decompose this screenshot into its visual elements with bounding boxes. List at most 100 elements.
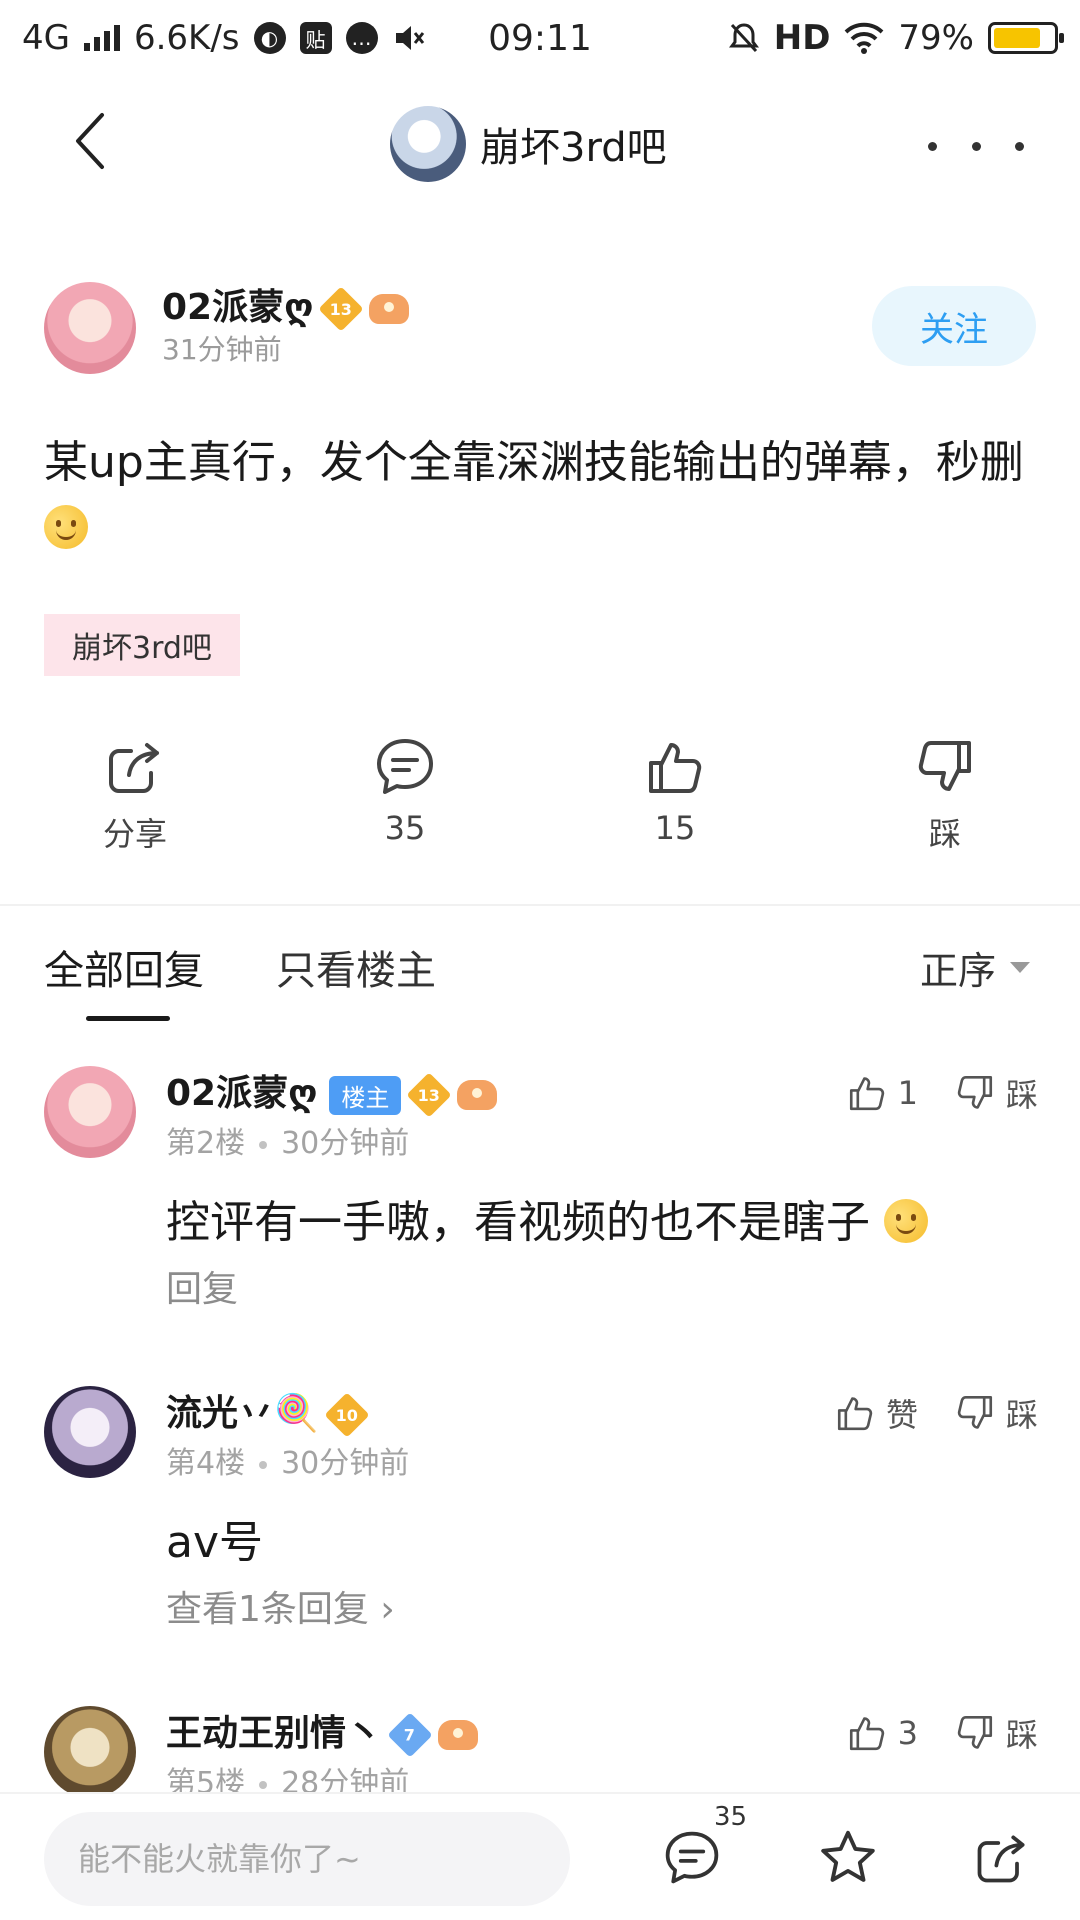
avatar[interactable]: [44, 1066, 136, 1158]
author-name-text: 02派蒙ღ: [162, 287, 314, 328]
level-badge: 10: [324, 1392, 370, 1438]
comment-like-button[interactable]: 1: [846, 1070, 918, 1116]
sort-button[interactable]: 正序: [920, 940, 1030, 995]
wifi-icon: [845, 22, 884, 54]
share-button[interactable]: 分享: [35, 735, 235, 865]
tab-all-replies[interactable]: 全部回复: [44, 938, 204, 996]
network-type: 4G: [22, 18, 70, 58]
chevron-down-icon: [1010, 962, 1030, 973]
more-icon-dot: [1015, 141, 1024, 151]
avatar[interactable]: [44, 1706, 136, 1798]
share-icon: [977, 1835, 1025, 1883]
comment-actions: 3 踩: [846, 1710, 1038, 1756]
commenter-name[interactable]: 流光丷🍭 10: [166, 1384, 370, 1438]
separator-dot: [259, 1460, 268, 1469]
commenter-name[interactable]: 王动王别情丶 7: [166, 1704, 479, 1758]
comment-dislike-button[interactable]: 踩: [954, 1070, 1038, 1116]
author-name[interactable]: 02派蒙ღ 13: [162, 278, 410, 332]
post-action-row: 分享 35 15 踩: [0, 735, 1080, 865]
back-icon: [76, 113, 104, 169]
tab-owner-only[interactable]: 只看楼主: [276, 938, 436, 996]
comment-meta: 第2楼 30分钟前: [166, 1118, 409, 1162]
more-icon: [928, 141, 937, 151]
commenter-name[interactable]: 02派蒙ღ 楼主 13: [166, 1064, 498, 1118]
commenter-name-text: 02派蒙ღ: [166, 1073, 318, 1114]
reply-link[interactable]: 回复: [166, 1260, 238, 1312]
level-number: 7: [404, 1725, 416, 1745]
floor-number: 第4楼: [166, 1446, 246, 1481]
active-tab-indicator: [86, 1016, 170, 1021]
battery-icon: [988, 22, 1064, 54]
comment-dislike-button[interactable]: 踩: [954, 1390, 1038, 1436]
bottom-comment-count: 35: [714, 1802, 748, 1832]
reply-input[interactable]: [44, 1812, 570, 1906]
comment-like-count: 1: [897, 1074, 918, 1112]
back-button[interactable]: [60, 106, 120, 176]
commenter-name-text: 王动王别情丶: [166, 1713, 383, 1754]
signal-icon: [83, 25, 120, 51]
comment-icon: [665, 1831, 719, 1884]
dislike-icon: [957, 1395, 993, 1429]
status-right: HD 79%: [728, 18, 1064, 58]
status-bar: 4G 6.6K/s ◐ 贴 … 09:11 HD 79%: [0, 0, 1080, 76]
comment-meta: 第4楼 30分钟前: [166, 1438, 409, 1482]
like-icon: [849, 1717, 884, 1751]
level-badge: 13: [406, 1072, 453, 1118]
owner-badge: 楼主: [329, 1075, 402, 1115]
star-icon: [821, 1830, 875, 1882]
game-badge-icon: [369, 294, 410, 324]
reply-tabs: 全部回复 只看楼主 正序: [0, 930, 1080, 1021]
post-time: 31分钟前: [162, 333, 282, 366]
bottom-bar: 35: [0, 1792, 1080, 1920]
comment-button[interactable]: 35: [305, 735, 505, 865]
post-content: 某up主真行，发个全靠深渊技能输出的弹幕，秒删: [44, 430, 1034, 562]
follow-button[interactable]: 关注: [872, 286, 1036, 366]
commenter-name-text: 流光丷🍭: [166, 1393, 319, 1434]
comment-dislike-button[interactable]: 踩: [954, 1710, 1038, 1756]
comment-text: av号: [166, 1517, 264, 1568]
comment-text-content: 控评有一手嗷，看视频的也不是瞎子: [166, 1197, 870, 1248]
comment-like-button[interactable]: 3: [846, 1710, 918, 1756]
app-notification-icon: ◐: [253, 22, 286, 54]
smile-emoji-icon: [884, 1199, 928, 1243]
floor-number: 第2楼: [166, 1126, 246, 1161]
comment-time: 30分钟前: [281, 1126, 410, 1161]
more-icon-dot: [971, 141, 981, 151]
more-button[interactable]: [928, 126, 1024, 166]
dislike-button[interactable]: 踩: [845, 735, 1045, 865]
comment-icon: [377, 739, 433, 794]
comment-like-button[interactable]: 赞: [834, 1390, 918, 1436]
tieba-app-icon: 贴: [299, 22, 332, 54]
dislike-icon: [957, 1075, 993, 1109]
level-number: 13: [330, 299, 353, 319]
comment-item[interactable]: 流光丷🍭 10 第4楼 30分钟前 av号 查看1条回复 › 赞 踩: [0, 1384, 1080, 1630]
comment-item[interactable]: 02派蒙ღ 楼主 13 第2楼 30分钟前 控评有一手嗷，看视频的也不是瞎子 回复 1…: [0, 1064, 1080, 1310]
view-replies-link[interactable]: 查看1条回复 ›: [166, 1580, 395, 1632]
bell-off-icon: [728, 23, 759, 53]
author-avatar[interactable]: [44, 282, 136, 374]
favorite-button[interactable]: [816, 1826, 880, 1890]
comment-actions: 1 踩: [846, 1070, 1038, 1116]
post-content-text: 某up主真行，发个全靠深渊技能输出的弹幕，秒删: [44, 437, 1024, 488]
forum-header[interactable]: 崩坏3rd吧: [390, 106, 667, 182]
forum-tag[interactable]: 崩坏3rd吧: [44, 614, 240, 676]
sort-label: 正序: [919, 949, 996, 993]
section-divider: [0, 904, 1080, 906]
comment-dislike-label: 踩: [1005, 1716, 1038, 1754]
network-speed: 6.6K/s: [133, 18, 240, 58]
smile-emoji-icon: [44, 505, 88, 549]
avatar[interactable]: [44, 1386, 136, 1478]
post-header: 02派蒙ღ 13 31分钟前 关注: [44, 278, 1036, 374]
status-left: 4G 6.6K/s ◐ 贴 …: [22, 18, 426, 58]
like-icon: [837, 1397, 873, 1431]
like-icon: [649, 743, 702, 793]
bottom-share-button[interactable]: [970, 1826, 1034, 1890]
like-icon: [849, 1077, 884, 1111]
like-count: 15: [654, 809, 696, 847]
bottom-comment-button[interactable]: [660, 1826, 724, 1890]
comment-dislike-label: 踩: [1005, 1076, 1038, 1114]
comment-item[interactable]: 王动王别情丶 7 第5楼 28分钟前 3 踩: [0, 1704, 1080, 1801]
comment-like-label: 赞: [885, 1396, 918, 1434]
like-button[interactable]: 15: [575, 735, 775, 865]
level-badge: 13: [318, 286, 365, 332]
